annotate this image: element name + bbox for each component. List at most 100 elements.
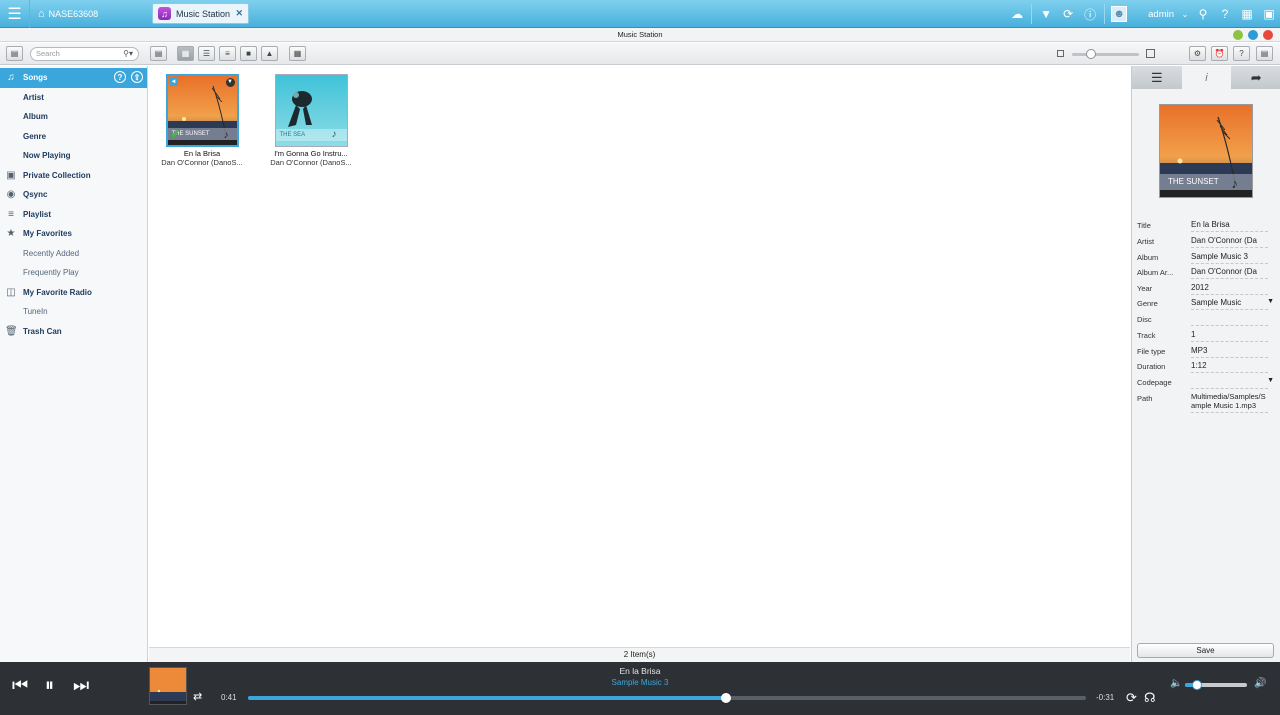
sidebar-item-qsync[interactable]: ◉ Qsync (0, 185, 147, 205)
minimize-icon[interactable] (1233, 30, 1243, 40)
mute-icon[interactable]: 🔈 (1170, 678, 1182, 689)
tab-playlist[interactable]: ☰ (1132, 66, 1182, 89)
sidebar-item-playlist[interactable]: ≡ Playlist (0, 205, 147, 225)
chevron-down-icon[interactable]: ▼ (1267, 298, 1274, 305)
sidebar-item-private-collection[interactable]: ▣ Private Collection (0, 166, 147, 186)
user-avatar[interactable]: ☻ (1108, 0, 1130, 28)
sidebar-item-label: Genre (23, 131, 47, 141)
music-note-icon: ♪ (1231, 176, 1239, 191)
cloud-icon[interactable]: ☁ (1006, 0, 1028, 28)
field-label: Year (1137, 284, 1153, 293)
album-artist-field[interactable]: Dan O'Connor (Da (1191, 267, 1268, 279)
detail-list-view-icon[interactable]: ≡ (219, 46, 236, 61)
song-tile[interactable]: THE SEA ♪ I'm Gonna Go Instru... Dan O'C… (266, 74, 356, 167)
grid-icon[interactable]: ▦ (1236, 0, 1258, 28)
search-input[interactable]: Search ⚲▾ (30, 47, 139, 61)
close-tab-icon[interactable]: ✕ (235, 8, 243, 19)
user-icon: ☻ (1111, 6, 1128, 22)
album-cover-sea[interactable]: THE SEA ♪ (274, 74, 348, 147)
sidebar-item-artist[interactable]: Artist (0, 88, 147, 108)
help-icon[interactable]: ? (114, 71, 126, 83)
sidebar-toggle-icon[interactable]: ▤ (6, 46, 23, 61)
field-label: Track (1137, 331, 1156, 340)
coverflow-view-icon[interactable]: ■ (240, 46, 257, 61)
sidebar: ♫ Songs ? ⇧ Artist Album Genre Now Playi… (0, 66, 148, 662)
upload-icon[interactable]: ⇧ (131, 71, 143, 83)
large-thumbnail-icon[interactable] (1146, 49, 1155, 58)
sidebar-item-tunein[interactable]: TuneIn (0, 302, 147, 322)
sync-icon[interactable]: ⟳ (1057, 0, 1079, 28)
track-field[interactable]: 1 (1191, 330, 1268, 342)
title-field[interactable]: En la Brisa (1191, 220, 1268, 232)
field-label: Artist (1137, 237, 1155, 246)
sidebar-item-genre[interactable]: Genre (0, 127, 147, 147)
sidebar-item-frequently-play[interactable]: Frequently Play (0, 263, 147, 283)
chevron-down-icon[interactable]: ⌄ (1178, 0, 1192, 28)
song-grid: THE SUNSET ◄ ▼ ✔ ♪ En la Brisa Dan O'Con… (149, 66, 1130, 662)
sidebar-item-my-favorite-radio[interactable]: ◫ My Favorite Radio (0, 283, 147, 303)
codepage-select[interactable] (1191, 377, 1268, 389)
artist-field[interactable]: Dan O'Connor (Da (1191, 236, 1268, 248)
thumbnail-size-slider[interactable] (1072, 53, 1139, 56)
tab-info[interactable]: i (1181, 66, 1232, 89)
search-placeholder: Search (36, 49, 60, 58)
close-window-icon[interactable] (1263, 30, 1273, 40)
sidebar-item-my-favorites[interactable]: ★ My Favorites (0, 224, 147, 244)
folder-view-icon[interactable]: ▲ (261, 46, 278, 61)
genre-select[interactable]: Sample Music (1191, 298, 1268, 310)
field-label: Album (1137, 253, 1159, 262)
help-icon[interactable]: ? (1214, 0, 1236, 28)
album-field[interactable]: Sample Music 3 (1191, 252, 1268, 264)
multi-select-icon[interactable]: ▦ (289, 46, 306, 61)
playlist-icon: ≡ (8, 208, 14, 220)
info-panel-icon[interactable]: ▤ (1256, 46, 1273, 61)
thumbnail-view-icon[interactable]: ▦ (177, 46, 194, 61)
year-field[interactable]: 2012 (1191, 283, 1268, 295)
panel-view-icon[interactable]: ▤ (150, 46, 167, 61)
album-cover-sunset[interactable]: THE SUNSET ◄ ▼ ✔ ♪ (165, 74, 239, 147)
main-menu-icon[interactable]: ☰ (0, 0, 30, 28)
now-playing-album[interactable]: Sample Music 3 (0, 678, 1280, 687)
song-tile[interactable]: THE SUNSET ◄ ▼ ✔ ♪ En la Brisa Dan O'Con… (157, 74, 247, 167)
progress-bar[interactable] (248, 696, 1086, 700)
chevron-down-icon[interactable]: ▼ (225, 78, 235, 87)
app-tab-music-station[interactable]: ♫ Music Station ✕ (152, 3, 249, 24)
home-tab[interactable]: ⌂ NASE63608 (32, 4, 104, 24)
alarm-icon[interactable]: ⏰ (1211, 46, 1228, 61)
user-name[interactable]: admin (1148, 9, 1174, 20)
save-button[interactable]: Save (1137, 643, 1274, 658)
song-title: I'm Gonna Go Instru... (274, 149, 348, 158)
search-icon[interactable]: ⚲ (1192, 0, 1214, 28)
chevron-down-icon[interactable]: ▼ (1267, 377, 1274, 384)
check-icon[interactable]: ✔ (171, 127, 181, 141)
small-thumbnail-icon[interactable] (1057, 50, 1064, 57)
detail-album-art: THE SUNSET ♪ (1159, 104, 1253, 198)
progress-handle[interactable] (720, 693, 731, 703)
sidebar-item-label: Qsync (23, 190, 48, 200)
maximize-icon[interactable] (1248, 30, 1258, 40)
home-icon: ⌂ (38, 8, 45, 20)
search-icon[interactable]: ⚲▾ (123, 48, 133, 60)
sidebar-item-album[interactable]: Album (0, 107, 147, 127)
disc-field[interactable] (1191, 314, 1268, 326)
headphones-icon[interactable]: ☊ (1144, 690, 1156, 706)
tab-share[interactable]: ➦ (1231, 66, 1280, 89)
volume-up-icon[interactable]: 🔊 (1254, 678, 1266, 689)
info-icon[interactable]: ⓘ (1079, 0, 1101, 28)
field-duration: Duration 1:12 (1137, 359, 1277, 375)
settings-icon[interactable]: ⚙ (1189, 46, 1206, 61)
list-view-icon[interactable]: ☰ (198, 46, 215, 61)
sidebar-item-songs[interactable]: ♫ Songs ? ⇧ (0, 68, 147, 88)
sidebar-item-trash-can[interactable]: 🗑 Trash Can (0, 322, 147, 342)
monitor-icon[interactable]: ▣ (1258, 0, 1280, 28)
slider-handle[interactable] (1086, 49, 1096, 59)
repeat-icon[interactable]: ⟳ (1126, 690, 1137, 706)
sidebar-item-now-playing[interactable]: Now Playing (0, 146, 147, 166)
help-icon[interactable]: ? (1233, 46, 1250, 61)
volume-handle[interactable] (1192, 680, 1203, 690)
field-label: Title (1137, 221, 1151, 230)
sidebar-item-recently-added[interactable]: Recently Added (0, 244, 147, 264)
download-icon[interactable]: ▼ (1035, 0, 1057, 28)
item-count: 2 Item(s) (623, 650, 656, 659)
shuffle-icon[interactable]: ⇄ (193, 690, 202, 703)
